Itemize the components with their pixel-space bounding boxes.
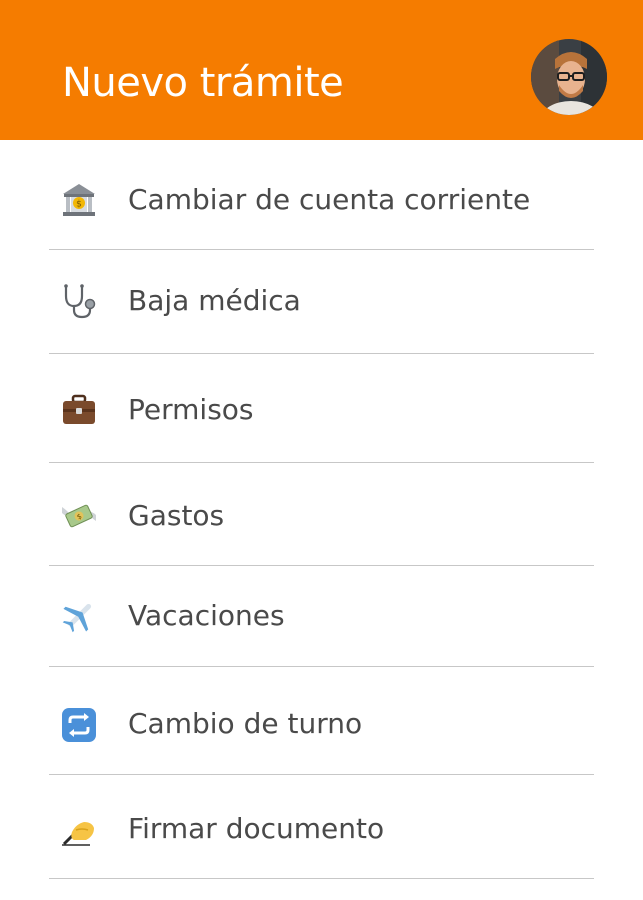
app-header: Nuevo trámite [0,0,643,140]
repeat-icon [60,706,98,744]
list-item-firmar-documento[interactable]: Firmar documento [0,775,643,879]
bank-icon: $ [60,181,98,219]
briefcase-icon [60,391,98,429]
list-item-cambio-turno[interactable]: Cambio de turno [0,667,643,775]
list-item-label: Gastos [128,499,225,532]
list-item-vacaciones[interactable]: Vacaciones [0,566,643,667]
list-item-label: Cambiar de cuenta corriente [128,183,531,216]
user-avatar[interactable] [531,39,607,115]
page-title: Nuevo trámite [62,60,344,106]
list-item-label: Vacaciones [128,599,285,632]
list-item-label: Baja médica [128,284,301,317]
list-item-label: Firmar documento [128,812,385,845]
money-with-wings-icon: $ [60,497,98,535]
svg-text:$: $ [76,200,82,210]
list-item-label: Permisos [128,393,254,426]
list-item-permisos[interactable]: Permisos [0,354,643,463]
list-item-cambiar-cuenta[interactable]: $ Cambiar de cuenta corriente [0,140,643,250]
divider [49,877,594,879]
list-item-baja-medica[interactable]: Baja médica [0,250,643,354]
list-item-label: Cambio de turno [128,707,363,740]
list-item-gastos[interactable]: $ Gastos [0,463,643,566]
procedure-list: $ Cambiar de cuenta corriente Baja médic… [0,140,643,879]
airplane-icon [60,597,98,635]
writing-hand-icon [60,810,98,848]
stethoscope-icon [60,282,98,320]
